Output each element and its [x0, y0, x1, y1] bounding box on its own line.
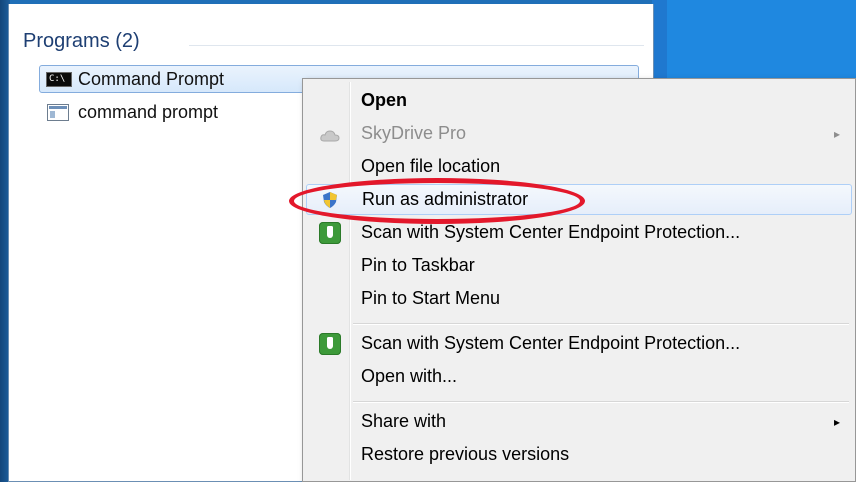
menu-item-share-with[interactable]: Share with ▸: [306, 406, 852, 437]
cmd-icon: C:\: [46, 71, 72, 87]
endpoint-protection-icon: [319, 221, 341, 244]
menu-item-open[interactable]: Open: [306, 85, 852, 116]
endpoint-protection-icon: [319, 332, 341, 355]
result-label: command prompt: [78, 101, 219, 122]
section-divider: [189, 45, 644, 46]
menu-separator: [353, 323, 849, 325]
menu-item-open-with[interactable]: Open with...: [306, 361, 852, 392]
menu-item-open-file-location[interactable]: Open file location: [306, 151, 852, 182]
menu-item-pin-to-start-menu[interactable]: Pin to Start Menu: [306, 283, 852, 314]
programs-section-header: Programs (2): [23, 30, 140, 52]
uac-shield-icon: [323, 191, 337, 208]
menu-item-skydrive-pro[interactable]: SkyDrive Pro ▸: [306, 118, 852, 149]
submenu-arrow-icon: ▸: [833, 414, 840, 429]
menu-item-restore-previous-versions[interactable]: Restore previous versions: [306, 439, 852, 470]
document-icon: [47, 103, 69, 121]
submenu-arrow-icon: ▸: [833, 126, 840, 141]
menu-item-scan-endpoint-protection-2[interactable]: Scan with System Center Endpoint Protect…: [306, 328, 852, 359]
desktop-window-area: [667, 0, 856, 78]
cloud-icon: [320, 130, 340, 142]
context-menu: Open SkyDrive Pro ▸ Open file location R…: [302, 78, 856, 482]
menu-separator: [353, 401, 849, 403]
menu-item-run-as-administrator[interactable]: Run as administrator: [306, 184, 852, 215]
menu-item-scan-endpoint-protection[interactable]: Scan with System Center Endpoint Protect…: [306, 217, 852, 248]
result-label: Command Prompt: [78, 68, 225, 89]
menu-item-pin-to-taskbar[interactable]: Pin to Taskbar: [306, 250, 852, 281]
